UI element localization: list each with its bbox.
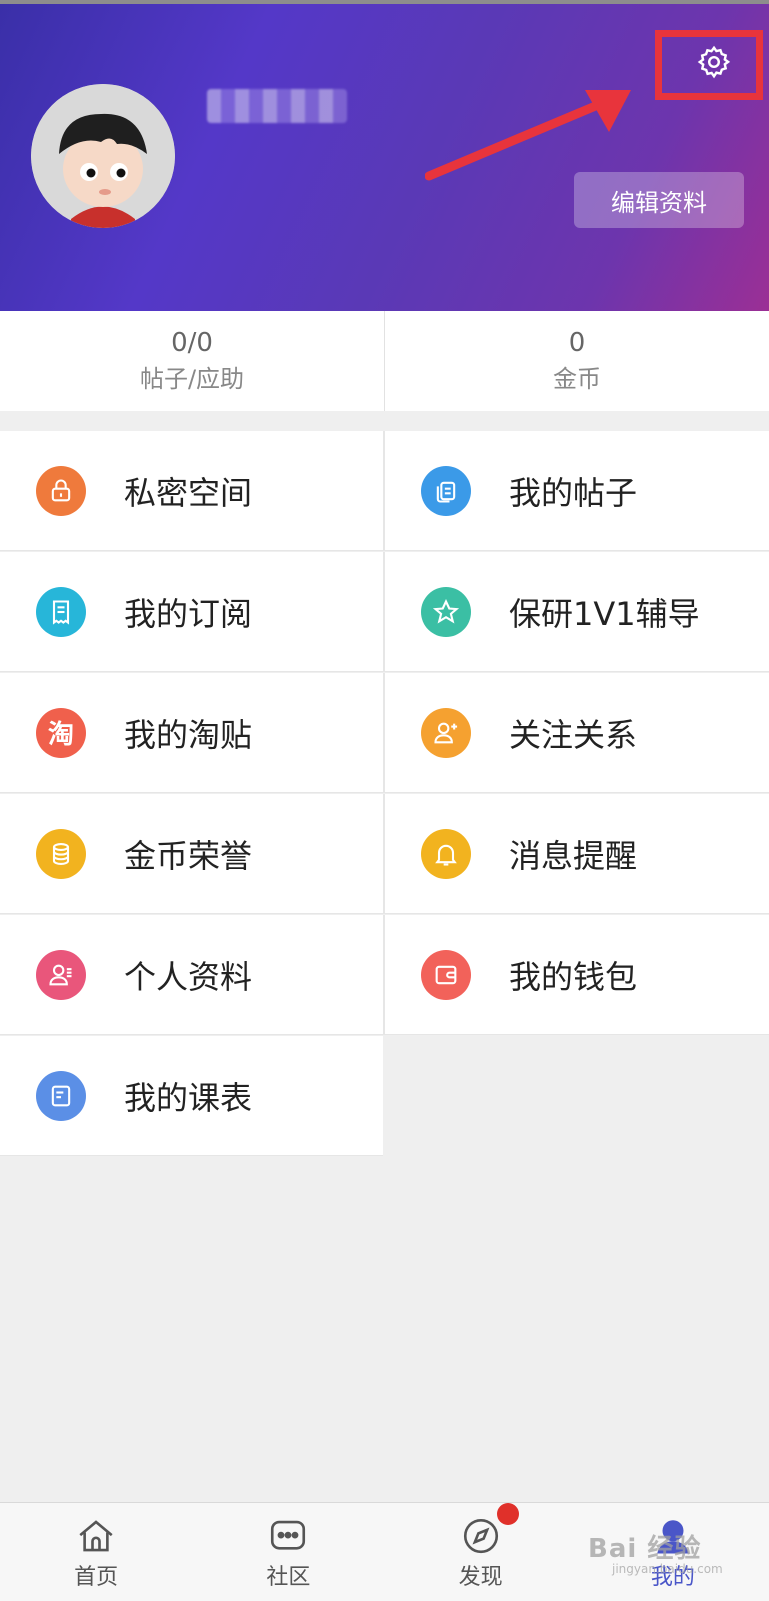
menu-item-label: 我的帖子	[509, 473, 638, 512]
menu-item-label: 我的淘贴	[124, 715, 253, 754]
username-blurred	[207, 89, 347, 123]
edit-profile-button[interactable]: 编辑资料	[574, 172, 744, 228]
notification-dot	[496, 1503, 519, 1525]
menu-item-private-space[interactable]: 私密空间	[0, 431, 383, 551]
menu-item-wallet[interactable]: 我的钱包	[383, 915, 769, 1035]
menu-item-schedule[interactable]: 我的课表	[0, 1036, 383, 1156]
stats-bar: 0/0 帖子/应助 0 金币	[0, 311, 769, 411]
home-icon	[79, 1520, 113, 1552]
menu-item-label: 我的钱包	[509, 957, 638, 996]
schedule-icon	[36, 1070, 86, 1121]
settings-highlight-box	[655, 30, 763, 100]
menu-item-follows[interactable]: 关注关系	[383, 673, 769, 793]
stat-label: 金币	[553, 365, 601, 393]
stat-coins[interactable]: 0 金币	[384, 311, 769, 411]
lock-icon	[36, 465, 86, 516]
menu-item-my-posts[interactable]: 我的帖子	[383, 431, 769, 551]
compass-icon	[463, 1518, 498, 1554]
tab-discover[interactable]: 发现	[385, 1503, 577, 1601]
menu-item-label: 关注关系	[509, 715, 638, 754]
tab-community[interactable]: 社区	[192, 1503, 384, 1601]
menu-item-tao-posts[interactable]: 淘 我的淘贴	[0, 673, 383, 793]
stat-label: 帖子/应助	[139, 365, 245, 393]
avatar[interactable]	[31, 84, 175, 228]
profile-header: 编辑资料	[0, 4, 769, 311]
chat-icon	[271, 1520, 306, 1550]
menu-item-label: 我的订阅	[124, 594, 253, 633]
watermark: Bai 经验	[588, 1534, 702, 1564]
stat-posts[interactable]: 0/0 帖子/应助	[0, 311, 384, 411]
menu-item-profile[interactable]: 个人资料	[0, 915, 383, 1035]
document-copy-icon	[421, 465, 471, 516]
watermark-url: jingyan.baidu.com	[612, 1562, 723, 1576]
coin-stack-icon	[36, 828, 86, 879]
tao-icon: 淘	[36, 707, 86, 758]
wallet-icon	[421, 949, 471, 1000]
star-icon	[421, 586, 471, 637]
menu-item-label: 消息提醒	[509, 836, 638, 875]
annotation-arrow	[425, 90, 631, 181]
menu-item-label: 保研1V1辅导	[509, 594, 700, 633]
profile-icon	[36, 949, 86, 1000]
menu-item-coin-honor[interactable]: 金币荣誉	[0, 794, 383, 914]
receipt-icon	[36, 586, 86, 637]
stat-value: 0/0	[171, 328, 213, 358]
menu-item-label: 我的课表	[124, 1078, 253, 1117]
tab-label: 社区	[266, 1565, 311, 1590]
follow-user-icon	[421, 707, 471, 758]
menu-item-label: 私密空间	[124, 473, 253, 512]
menu-item-label: 金币荣誉	[124, 836, 253, 875]
menu-item-tutoring[interactable]: 保研1V1辅导	[383, 552, 769, 672]
menu-item-subscriptions[interactable]: 我的订阅	[0, 552, 383, 672]
stat-value: 0	[568, 328, 586, 358]
tab-label: 发现	[458, 1565, 503, 1590]
tab-label: 首页	[74, 1565, 119, 1590]
tab-home[interactable]: 首页	[0, 1503, 192, 1601]
bell-icon	[421, 828, 471, 879]
menu-item-notifications[interactable]: 消息提醒	[383, 794, 769, 914]
menu-item-label: 个人资料	[124, 957, 253, 996]
